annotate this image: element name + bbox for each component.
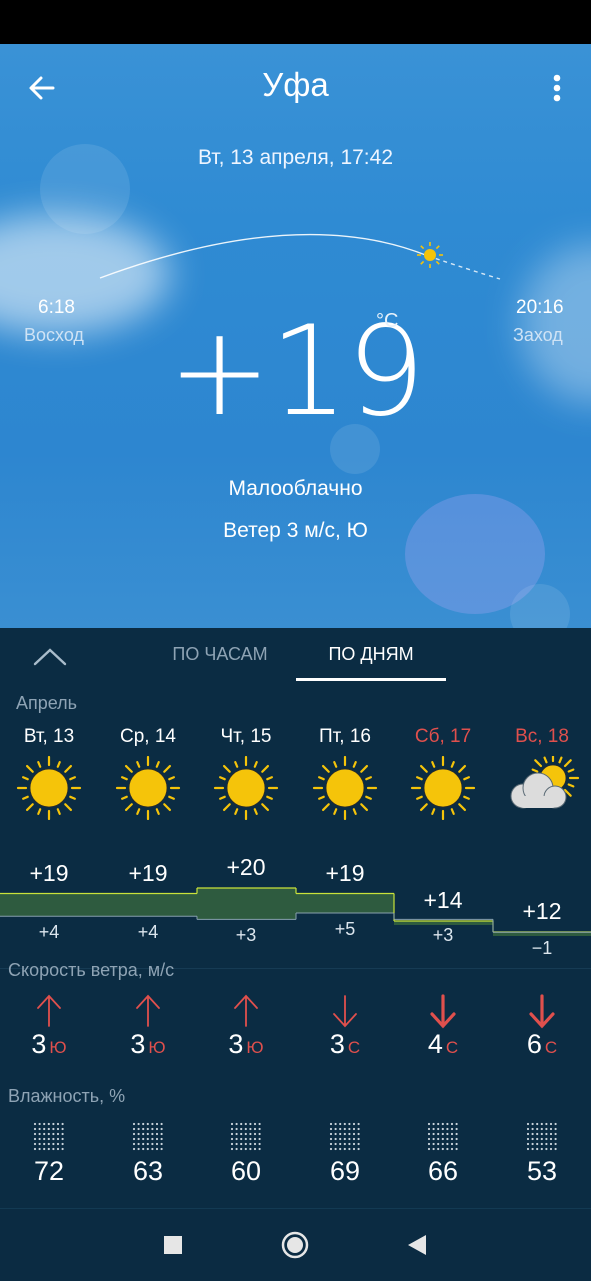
humidity-value: 60 <box>230 1156 262 1186</box>
wind-speed-value: 3Ю <box>0 1029 98 1060</box>
triangle-back-icon <box>408 1235 426 1255</box>
wind-speed: 3 <box>31 1029 47 1059</box>
sun-icon <box>99 755 197 821</box>
humidity-value: 72 <box>33 1156 65 1186</box>
more-options-button[interactable] <box>544 70 570 106</box>
day-label: Чт, 15 <box>220 726 272 747</box>
wind-direction: Ю <box>246 1038 264 1057</box>
humidity-section-label: Влажность, % <box>8 1086 126 1106</box>
sun-icon <box>394 755 492 821</box>
humidity-dots-icon <box>493 1120 591 1154</box>
wind-speed: 6 <box>526 1029 542 1059</box>
humidity-value: 53 <box>526 1156 558 1186</box>
square-icon <box>164 1236 182 1254</box>
wind-direction: Ю <box>148 1038 166 1057</box>
system-nav-bar <box>0 1208 591 1281</box>
wind-speed-value: 3С <box>296 1029 394 1060</box>
arrow-up-icon <box>99 992 197 1032</box>
status-bar <box>0 0 591 44</box>
arrow-down-icon <box>394 992 492 1032</box>
temperature-band <box>0 893 99 917</box>
more-vertical-icon <box>553 74 561 102</box>
wind-speed-value: 3Ю <box>197 1029 295 1060</box>
arrow-down-icon <box>296 992 394 1032</box>
sun-icon <box>296 755 394 821</box>
sun-path-arc <box>99 233 501 280</box>
wind-direction: Ю <box>49 1038 67 1057</box>
tab-hourly[interactable]: ПО ЧАСАМ <box>150 644 290 665</box>
wind-direction: С <box>445 1038 459 1057</box>
temperature-band <box>296 893 394 913</box>
humidity-value: 69 <box>329 1156 361 1186</box>
max-temperature: +20 <box>226 854 266 880</box>
max-temperature: +19 <box>128 859 168 886</box>
temperature-band <box>99 893 197 917</box>
humidity-dots-icon <box>197 1120 295 1154</box>
min-temperature: +4 <box>38 922 60 943</box>
temperature-value: 19 <box>269 300 426 444</box>
humidity-value: 66 <box>427 1156 459 1186</box>
arrow-up-icon <box>197 992 295 1032</box>
wind-speed: 3 <box>329 1029 345 1059</box>
humidity-value: 63 <box>132 1156 164 1186</box>
humidity-dots-icon <box>0 1120 98 1154</box>
arrow-down-icon <box>493 992 591 1032</box>
humidity-dots-icon <box>296 1120 394 1154</box>
max-temperature: +12 <box>522 898 562 924</box>
partly-cloudy-icon <box>493 751 591 820</box>
circle-icon <box>281 1231 309 1259</box>
wind-speed-value: 3Ю <box>99 1029 197 1060</box>
chevron-up-icon <box>33 648 67 666</box>
current-datetime: Вт, 13 апреля, 17:42 <box>197 146 394 169</box>
city-title: Уфа <box>262 66 329 103</box>
wind-speed-value: 6С <box>493 1029 591 1060</box>
current-temperature: +19 <box>0 300 591 444</box>
temperature-band <box>197 888 296 920</box>
tab-daily[interactable]: ПО ДНЯМ <box>296 644 446 665</box>
weather-condition: Малооблачно <box>228 477 363 500</box>
wind-direction: С <box>544 1038 558 1057</box>
current-weather-hero: Уфа Вт, 13 апреля, 17:42 6:18 Восход 20:… <box>0 44 591 628</box>
temperature-sign: + <box>167 300 272 444</box>
day-label: Вс, 18 <box>515 726 569 747</box>
current-wind: Ветер 3 м/с, Ю <box>223 519 368 542</box>
recents-button[interactable] <box>153 1227 193 1263</box>
back-nav-button[interactable] <box>397 1227 437 1263</box>
sun-icon <box>197 755 295 821</box>
wind-speed-value: 4С <box>394 1029 492 1060</box>
min-temperature: +3 <box>235 925 257 946</box>
wind-direction: С <box>347 1038 361 1057</box>
max-temperature: +14 <box>423 887 463 913</box>
temperature-unit: °C <box>376 310 399 332</box>
max-temperature: +19 <box>325 859 365 886</box>
day-label: Пт, 16 <box>319 726 371 747</box>
active-tab-indicator <box>296 678 446 681</box>
home-button[interactable] <box>275 1227 315 1263</box>
min-temperature: +4 <box>137 922 159 943</box>
forecast-panel: ПО ЧАСАМ ПО ДНЯМ Апрель Вт, 13 Ср, 14 Чт, … <box>0 628 591 1208</box>
wind-speed: 4 <box>427 1029 443 1059</box>
sun-position-icon <box>417 242 443 268</box>
min-temperature: +5 <box>334 919 356 939</box>
day-label: Ср, 14 <box>120 726 176 747</box>
max-temperature: +19 <box>29 859 69 886</box>
humidity-dots-icon <box>99 1120 197 1154</box>
month-label: Апрель <box>16 693 78 713</box>
day-label: Вт, 13 <box>23 726 75 747</box>
sun-icon <box>0 755 98 821</box>
wind-speed: 3 <box>130 1029 146 1059</box>
min-temperature: +3 <box>432 925 454 946</box>
arrow-up-icon <box>0 992 98 1032</box>
wind-section-label: Скорость ветра, м/с <box>8 960 175 980</box>
min-temperature: −1 <box>531 938 553 959</box>
collapse-button[interactable] <box>30 640 70 674</box>
day-label: Сб, 17 <box>414 726 472 747</box>
wind-speed: 3 <box>228 1029 244 1059</box>
humidity-dots-icon <box>394 1120 492 1154</box>
